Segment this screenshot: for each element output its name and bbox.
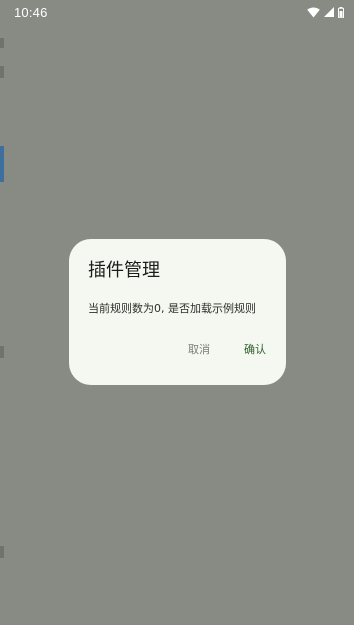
status-bar: 10:46 — [0, 0, 354, 24]
status-icons — [307, 6, 344, 18]
plugin-management-dialog: 插件管理 当前规则数为0, 是否加载示例规则 取消 确认 — [69, 239, 286, 385]
confirm-button[interactable]: 确认 — [244, 341, 266, 357]
background-app-fragment — [0, 66, 4, 78]
dialog-message: 当前规则数为0, 是否加载示例规则 — [88, 302, 256, 315]
navigation-bar — [0, 619, 354, 625]
signal-icon — [324, 7, 334, 17]
background-app-fragment — [0, 546, 4, 558]
background-app-fragment — [0, 346, 4, 358]
cancel-button[interactable]: 取消 — [188, 341, 210, 357]
background-app-fragment — [0, 38, 4, 48]
dialog-title: 插件管理 — [88, 260, 160, 281]
status-time: 10:46 — [14, 4, 48, 20]
dialog-actions: 取消 确认 — [188, 341, 266, 357]
wifi-icon — [307, 6, 320, 18]
background-app-accent — [0, 146, 4, 182]
screen: 10:46 插件管理 当前规则数为0, 是否加载示例规则 取消 确认 — [0, 0, 354, 625]
battery-icon — [338, 6, 344, 18]
